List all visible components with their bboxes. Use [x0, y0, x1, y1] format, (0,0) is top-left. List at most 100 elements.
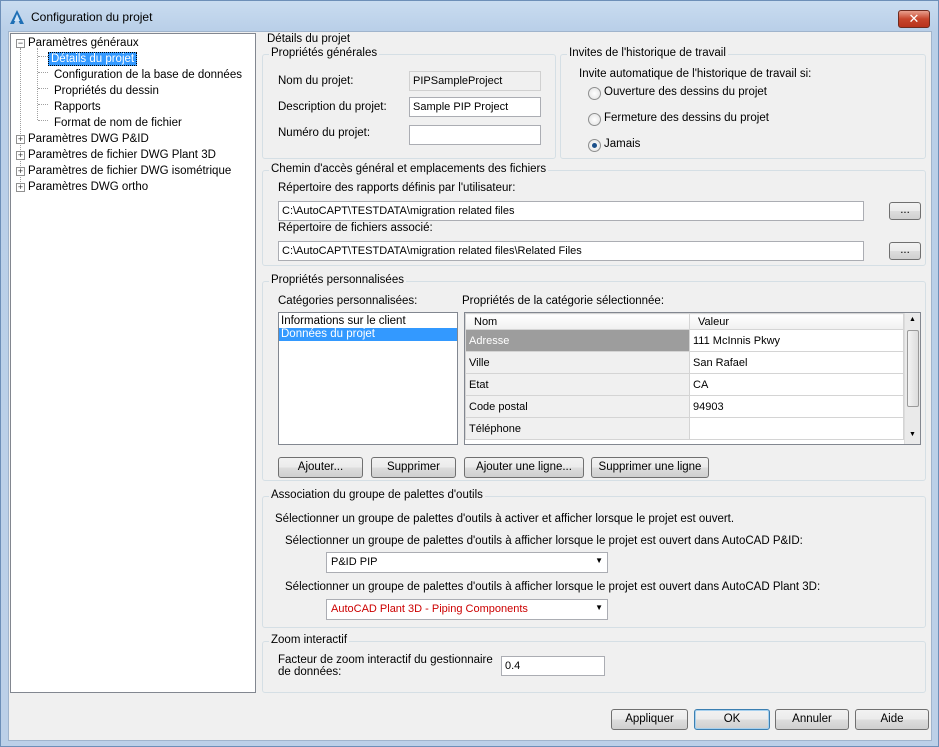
tree-line [38, 104, 48, 105]
table-row[interactable]: Téléphone [465, 417, 904, 440]
general-properties-group: Propriétés générales Nom du projet: PIPS… [262, 47, 556, 159]
group-title: Propriétés personnalisées [269, 274, 406, 286]
tree-line [37, 48, 38, 120]
plant-palette-select[interactable]: AutoCAD Plant 3D - Piping Components ▼ [326, 599, 608, 620]
categories-list[interactable]: Informations sur le client Données du pr… [278, 312, 458, 445]
page-title: Détails du projet [267, 33, 351, 45]
zoom-factor-label-line1: Facteur de zoom interactif du gestionnai… [278, 654, 493, 666]
pid-palette-value: P&ID PIP [331, 556, 378, 568]
tree-line [38, 88, 48, 89]
pid-palette-select[interactable]: P&ID PIP ▼ [326, 552, 608, 573]
project-description-field[interactable]: Sample PIP Project [409, 97, 541, 117]
tree-node-ortho[interactable]: Paramètres DWG ortho [28, 179, 148, 195]
scroll-down-icon[interactable]: ▼ [909, 431, 916, 438]
grid-scrollbar[interactable]: ▲ ▼ [904, 313, 920, 444]
zoom-factor-label-line2: de données: [278, 666, 342, 678]
expand-icon[interactable]: + [16, 183, 25, 192]
reports-dir-field[interactable]: C:\AutoCAPT\TESTDATA\migration related f… [278, 201, 864, 221]
column-header-name[interactable]: Nom [465, 313, 690, 330]
category-properties-label: Propriétés de la catégorie sélectionnée: [462, 295, 665, 307]
expand-icon[interactable]: + [16, 151, 25, 160]
project-number-field[interactable] [409, 125, 541, 145]
property-value-cell[interactable]: 111 McInnis Pkwy [689, 329, 904, 352]
browse-reports-button[interactable]: ... [889, 202, 921, 220]
table-row[interactable]: Ville San Rafael [465, 351, 904, 374]
property-name-cell[interactable]: Code postal [465, 395, 690, 418]
group-title: Association du groupe de palettes d'outi… [269, 489, 485, 501]
property-value-cell[interactable]: 94903 [689, 395, 904, 418]
property-name-cell[interactable]: Téléphone [465, 417, 690, 440]
radio-open-drawings-label[interactable]: Ouverture des dessins du projet [604, 86, 767, 98]
scroll-up-icon[interactable]: ▲ [909, 316, 916, 323]
add-row-button[interactable]: Ajouter une ligne... [464, 457, 584, 478]
tree-line [38, 120, 48, 121]
chevron-down-icon: ▼ [595, 603, 603, 612]
zoom-group: Zoom interactif Facteur de zoom interact… [262, 634, 926, 693]
tree-node-plant3d[interactable]: Paramètres de fichier DWG Plant 3D [28, 147, 216, 163]
categories-label: Catégories personnalisées: [278, 295, 418, 307]
scroll-thumb[interactable] [907, 330, 919, 407]
close-icon: ✕ [908, 11, 920, 26]
close-button[interactable]: ✕ [898, 10, 930, 28]
title-bar[interactable]: Configuration du projet ✕ [1, 1, 938, 31]
plant-palette-label: Sélectionner un groupe de palettes d'out… [285, 581, 821, 593]
tree-node-label: Détails du projet [48, 52, 138, 66]
apply-button[interactable]: Appliquer [611, 709, 688, 730]
radio-open-drawings[interactable] [588, 87, 601, 100]
property-name-cell[interactable]: Adresse [465, 329, 690, 352]
radio-close-drawings[interactable] [588, 113, 601, 126]
list-item-selected[interactable]: Données du projet [279, 328, 457, 341]
project-name-label: Nom du projet: [278, 75, 354, 87]
property-value-cell[interactable] [689, 417, 904, 440]
radio-never[interactable] [588, 139, 601, 152]
plant-palette-value: AutoCAD Plant 3D - Piping Components [331, 603, 528, 615]
group-title: Propriétés générales [269, 47, 380, 59]
history-prompt-label: Invite automatique de l'historique de tr… [579, 68, 812, 80]
delete-row-button[interactable]: Supprimer une ligne [591, 457, 709, 478]
property-name-cell[interactable]: Etat [465, 373, 690, 396]
tree-line [20, 48, 21, 184]
radio-close-drawings-label[interactable]: Fermeture des dessins du projet [604, 112, 769, 124]
history-prompt-group: Invites de l'historique de travail Invit… [560, 47, 926, 159]
browse-related-button[interactable]: ... [889, 242, 921, 260]
tree-node-database[interactable]: Configuration de la base de données [54, 67, 242, 83]
palettes-intro-label: Sélectionner un groupe de palettes d'out… [275, 513, 735, 525]
table-row[interactable]: Adresse 111 McInnis Pkwy [465, 329, 904, 352]
property-name-cell[interactable]: Ville [465, 351, 690, 374]
chevron-down-icon: ▼ [595, 556, 603, 565]
list-item[interactable]: Informations sur le client [279, 315, 457, 328]
cancel-button[interactable]: Annuler [775, 709, 849, 730]
help-button[interactable]: Aide [855, 709, 929, 730]
property-value-cell[interactable]: CA [689, 373, 904, 396]
tree-node-details-projet[interactable]: Détails du projet [48, 51, 138, 67]
table-row[interactable]: Etat CA [465, 373, 904, 396]
add-category-button[interactable]: Ajouter... [278, 457, 363, 478]
related-dir-field[interactable]: C:\AutoCAPT\TESTDATA\migration related f… [278, 241, 864, 261]
window-title: Configuration du projet [31, 10, 153, 24]
project-name-field: PIPSampleProject [409, 71, 541, 91]
ok-button[interactable]: OK [694, 709, 770, 730]
tree-node-pid[interactable]: Paramètres DWG P&ID [28, 131, 149, 147]
expand-icon[interactable]: + [16, 135, 25, 144]
tree-node-filename-format[interactable]: Format de nom de fichier [54, 115, 182, 131]
collapse-icon[interactable]: − [16, 39, 25, 48]
tree-node-parametres-generaux[interactable]: Paramètres généraux [28, 35, 139, 51]
project-description-label: Description du projet: [278, 101, 387, 113]
group-title: Invites de l'historique de travail [567, 47, 728, 59]
property-value-cell[interactable]: San Rafael [689, 351, 904, 374]
tree-node-drawing-props[interactable]: Propriétés du dessin [54, 83, 159, 99]
radio-never-label[interactable]: Jamais [604, 138, 640, 150]
dialog-window: Configuration du projet ✕ − Paramètres g… [0, 0, 939, 747]
column-header-value[interactable]: Valeur [689, 313, 904, 330]
table-row[interactable]: Code postal 94903 [465, 395, 904, 418]
expand-icon[interactable]: + [16, 167, 25, 176]
settings-tree[interactable]: − Paramètres généraux Détails du projet … [10, 33, 256, 693]
properties-grid[interactable]: Nom Valeur Adresse 111 McInnis Pkwy Vill… [464, 312, 921, 445]
delete-category-button[interactable]: Supprimer [371, 457, 456, 478]
zoom-factor-field[interactable]: 0.4 [501, 656, 605, 676]
tree-node-iso[interactable]: Paramètres de fichier DWG isométrique [28, 163, 231, 179]
tree-node-reports[interactable]: Rapports [54, 99, 101, 115]
group-title: Zoom interactif [269, 634, 350, 646]
pid-palette-label: Sélectionner un groupe de palettes d'out… [285, 535, 803, 547]
tree-line [38, 72, 48, 73]
